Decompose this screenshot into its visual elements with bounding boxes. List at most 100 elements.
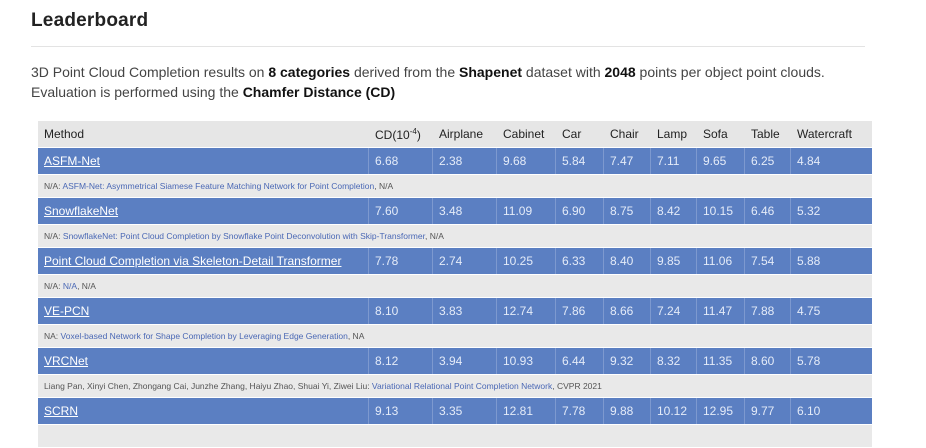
- cd-value: 8.10: [369, 298, 433, 324]
- airplane-value: 3.48: [433, 198, 497, 224]
- description-venue: , N/A: [424, 231, 444, 241]
- lamp-value: 8.32: [651, 348, 697, 374]
- method-cell: VRCNet: [38, 348, 369, 374]
- cd-header-exponent: -4: [409, 126, 417, 136]
- description-authors: NA:: [44, 331, 61, 341]
- description-row: N/A: N/A, N/A: [38, 275, 872, 297]
- description-row: Liang Pan, Xinyi Chen, Zhongang Cai, Jun…: [38, 375, 872, 397]
- table-value: 6.25: [745, 148, 791, 174]
- method-link[interactable]: SCRN: [44, 404, 78, 418]
- intro-text: 3D Point Cloud Completion results on 8 c…: [31, 62, 881, 102]
- paper-title-link[interactable]: Voxel-based Network for Shape Completion…: [61, 331, 348, 341]
- method-link[interactable]: SnowflakeNet: [44, 204, 118, 218]
- airplane-value: 3.35: [433, 398, 497, 424]
- lamp-value: 10.12: [651, 398, 697, 424]
- method-cell: VE-PCN: [38, 298, 369, 324]
- page-title: Leaderboard: [31, 10, 149, 31]
- table-value: 7.54: [745, 248, 791, 274]
- description-cell: Liang Pan, Xinyi Chen, Zhongang Cai, Jun…: [38, 375, 872, 397]
- cabinet-value: 9.68: [497, 148, 556, 174]
- cabinet-value: 12.74: [497, 298, 556, 324]
- paper-title-link[interactable]: ASFM-Net: Asymmetrical Siamese Feature M…: [62, 181, 374, 191]
- description-row: N/A: ASFM-Net: Asymmetrical Siamese Feat…: [38, 175, 872, 197]
- description-venue: , N/A: [77, 281, 96, 291]
- car-value: 6.44: [556, 348, 604, 374]
- sofa-value: 11.35: [697, 348, 745, 374]
- lamp-value: 8.42: [651, 198, 697, 224]
- description-cell: N/A: N/A, N/A: [38, 275, 872, 297]
- car-value: 6.33: [556, 248, 604, 274]
- table-header-row: Method CD(10-4) Airplane Cabinet Car Cha…: [38, 121, 872, 147]
- paper-title-link[interactable]: SnowflakeNet: Point Cloud Completion by …: [63, 231, 425, 241]
- watercraft-value: 5.88: [791, 248, 872, 274]
- leaderboard-table: Method CD(10-4) Airplane Cabinet Car Cha…: [38, 120, 872, 448]
- watercraft-value: 4.75: [791, 298, 872, 324]
- cd-header-close: ): [416, 127, 421, 142]
- method-link[interactable]: VE-PCN: [44, 304, 89, 318]
- description-authors: N/A:: [44, 231, 63, 241]
- cabinet-value: 10.25: [497, 248, 556, 274]
- car-value: 7.86: [556, 298, 604, 324]
- column-header-cd: CD(10-4): [369, 121, 433, 147]
- description-venue: , NA: [347, 331, 365, 341]
- table-value: 7.88: [745, 298, 791, 324]
- sofa-value: 11.47: [697, 298, 745, 324]
- cd-value: 7.78: [369, 248, 433, 274]
- paper-title-link[interactable]: Variational Relational Point Completion …: [372, 381, 552, 391]
- description-row: N/A: SnowflakeNet: Point Cloud Completio…: [38, 225, 872, 247]
- intro-text-part: derived from the: [350, 64, 459, 80]
- paper-title-link[interactable]: N/A: [63, 281, 77, 291]
- chair-value: 8.75: [604, 198, 651, 224]
- cd-value: 8.12: [369, 348, 433, 374]
- table-row: SCRN 9.13 3.35 12.81 7.78 9.88 10.12 12.…: [38, 398, 872, 424]
- method-cell: SnowflakeNet: [38, 198, 369, 224]
- method-link[interactable]: VRCNet: [44, 354, 88, 368]
- intro-text-part: 3D Point Cloud Completion results on: [31, 64, 269, 80]
- watercraft-value: 5.78: [791, 348, 872, 374]
- description-venue: , N/A: [374, 181, 394, 191]
- description-cell: N/A: ASFM-Net: Asymmetrical Siamese Feat…: [38, 175, 872, 197]
- lamp-value: 7.11: [651, 148, 697, 174]
- description-authors: N/A:: [44, 281, 63, 291]
- column-header-table: Table: [745, 121, 791, 147]
- table-value: 6.46: [745, 198, 791, 224]
- column-header-chair: Chair: [604, 121, 651, 147]
- method-link[interactable]: Point Cloud Completion via Skeleton-Deta…: [44, 254, 341, 268]
- airplane-value: 3.83: [433, 298, 497, 324]
- method-link[interactable]: ASFM-Net: [44, 154, 100, 168]
- table-value: 9.77: [745, 398, 791, 424]
- sofa-value: 12.95: [697, 398, 745, 424]
- title-divider: [31, 46, 865, 47]
- car-value: 7.78: [556, 398, 604, 424]
- method-cell: ASFM-Net: [38, 148, 369, 174]
- airplane-value: 2.74: [433, 248, 497, 274]
- sofa-value: 9.65: [697, 148, 745, 174]
- description-venue: , CVPR 2021: [552, 381, 602, 391]
- cabinet-value: 12.81: [497, 398, 556, 424]
- column-header-car: Car: [556, 121, 604, 147]
- lamp-value: 9.85: [651, 248, 697, 274]
- intro-bold-points: 2048: [604, 64, 636, 80]
- column-header-cabinet: Cabinet: [497, 121, 556, 147]
- cd-value: 9.13: [369, 398, 433, 424]
- car-value: 5.84: [556, 148, 604, 174]
- chair-value: 8.40: [604, 248, 651, 274]
- table-row: SnowflakeNet 7.60 3.48 11.09 6.90 8.75 8…: [38, 198, 872, 224]
- description-row: [38, 425, 872, 447]
- sofa-value: 11.06: [697, 248, 745, 274]
- chair-value: 9.32: [604, 348, 651, 374]
- cd-value: 6.68: [369, 148, 433, 174]
- sofa-value: 10.15: [697, 198, 745, 224]
- airplane-value: 3.94: [433, 348, 497, 374]
- table-row: VE-PCN 8.10 3.83 12.74 7.86 8.66 7.24 11…: [38, 298, 872, 324]
- column-header-method: Method: [38, 121, 369, 147]
- table-row: ASFM-Net 6.68 2.38 9.68 5.84 7.47 7.11 9…: [38, 148, 872, 174]
- intro-bold-dataset: Shapenet: [459, 64, 523, 80]
- column-header-watercraft: Watercraft: [791, 121, 872, 147]
- description-cell: [38, 425, 872, 447]
- column-header-airplane: Airplane: [433, 121, 497, 147]
- chair-value: 8.66: [604, 298, 651, 324]
- method-cell: SCRN: [38, 398, 369, 424]
- table-value: 8.60: [745, 348, 791, 374]
- intro-text-part: dataset with: [522, 64, 605, 80]
